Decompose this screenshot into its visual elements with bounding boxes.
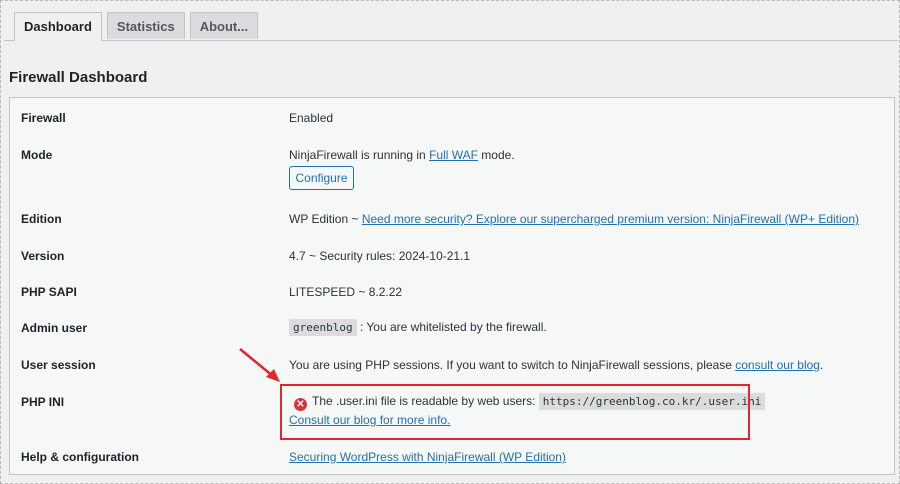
tab-about[interactable]: About... (189, 12, 259, 39)
admin-user-note: : You are whitelisted by the firewall. (356, 320, 547, 334)
tab-divider (4, 40, 898, 41)
php-ini-label: PHP INI (21, 395, 65, 409)
mode-suffix: mode. (477, 148, 515, 162)
version-value: 4.7 ~ Security rules: 2024-10-21.1 (289, 249, 471, 263)
annotation-highlight-box (280, 384, 750, 440)
edition-prefix: WP Edition ~ (289, 212, 362, 226)
consult-blog-link[interactable]: consult our blog (735, 358, 820, 372)
tab-dashboard[interactable]: Dashboard (14, 12, 102, 41)
help-value: Securing WordPress with NinjaFirewall (W… (289, 450, 566, 464)
admin-username: greenblog (289, 319, 357, 336)
firewall-value: Enabled (289, 111, 334, 125)
mode-value: NinjaFirewall is running in Full WAF mod… (289, 148, 515, 162)
mode-prefix: NinjaFirewall is running in (289, 148, 430, 162)
user-session-suffix: . (819, 358, 824, 372)
nav-tabs: Dashboard Statistics About... (14, 12, 259, 41)
help-label: Help & configuration (21, 450, 139, 464)
admin-user-value: greenblog : You are whitelisted by the f… (289, 319, 547, 336)
tab-statistics[interactable]: Statistics (106, 12, 185, 39)
user-session-prefix: You are using PHP sessions. If you want … (289, 358, 736, 372)
user-session-value: You are using PHP sessions. If you want … (289, 358, 823, 372)
version-label: Version (21, 249, 65, 263)
firewall-label: Firewall (21, 111, 66, 125)
premium-version-link[interactable]: Need more security? Explore our supercha… (362, 212, 859, 226)
admin-user-label: Admin user (21, 321, 88, 335)
annotation-arrow-icon (239, 348, 280, 382)
php-sapi-value: LITESPEED ~ 8.2.22 (289, 285, 403, 299)
page-title: Firewall Dashboard (9, 69, 148, 86)
full-waf-link[interactable]: Full WAF (429, 148, 478, 162)
securing-wordpress-link[interactable]: Securing WordPress with NinjaFirewall (W… (289, 450, 566, 464)
configure-button[interactable]: Configure (289, 166, 354, 190)
php-sapi-label: PHP SAPI (21, 285, 77, 299)
mode-label: Mode (21, 148, 53, 162)
edition-value: WP Edition ~ Need more security? Explore… (289, 212, 859, 226)
edition-label: Edition (21, 212, 62, 226)
user-session-label: User session (21, 358, 96, 372)
